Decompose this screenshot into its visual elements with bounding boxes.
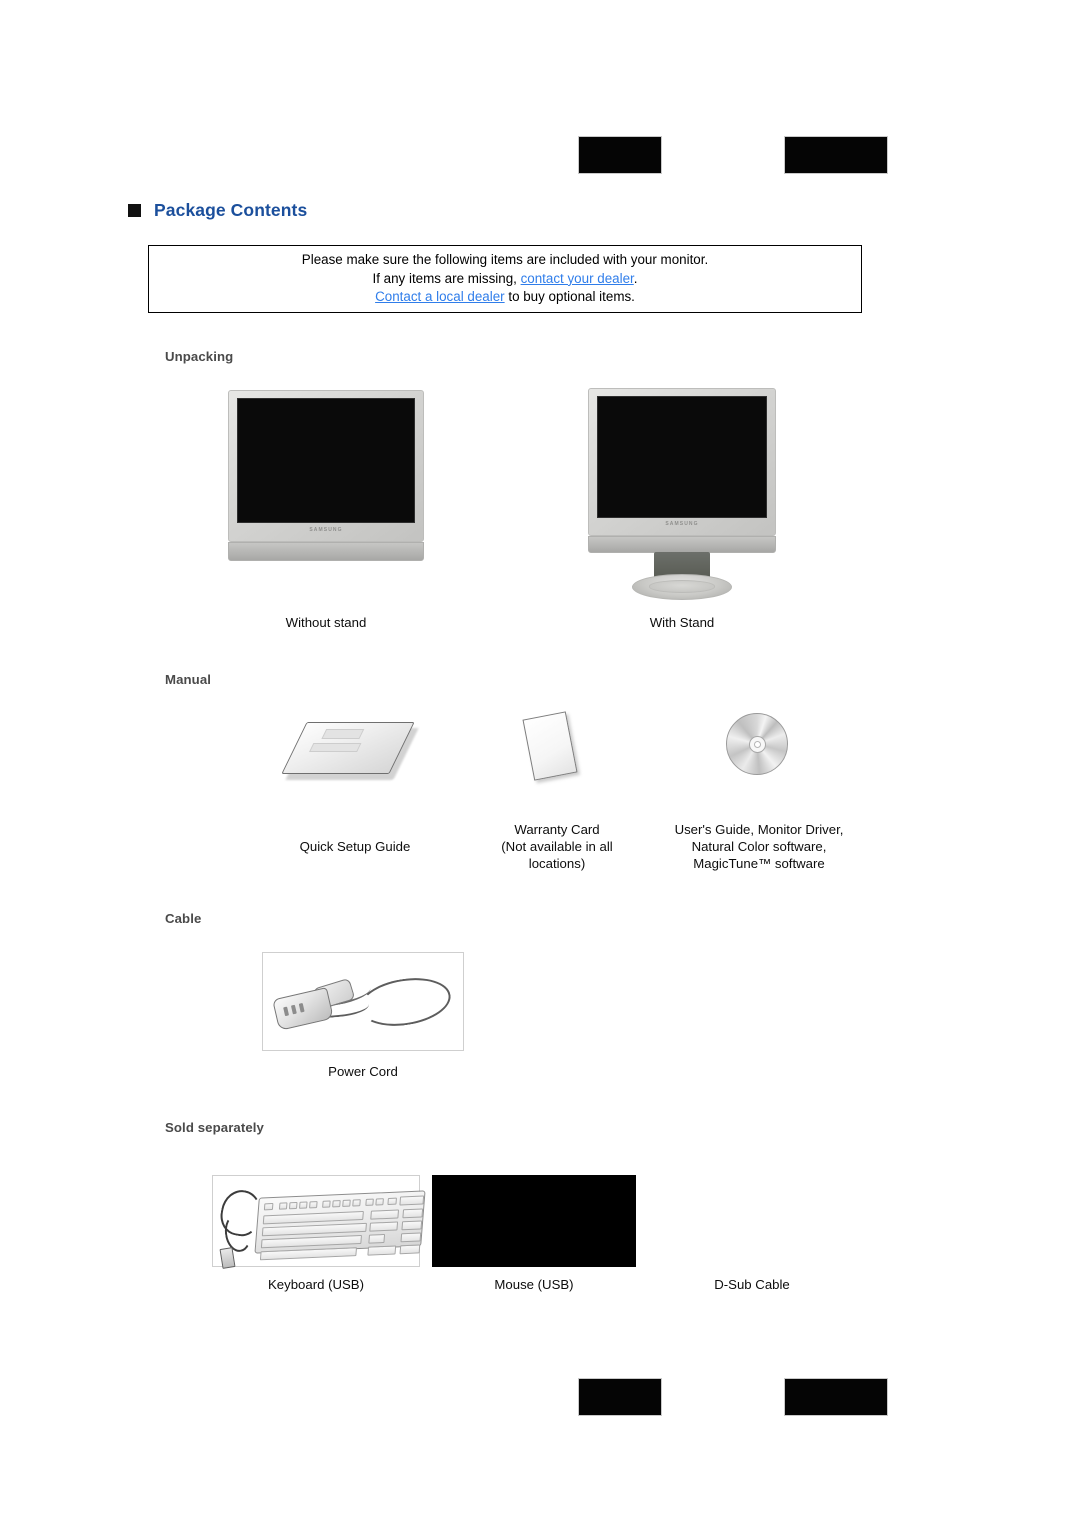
- usb-keyboard-image: [213, 1176, 426, 1269]
- page-title-row: Package Contents: [128, 200, 307, 221]
- caption-quick-setup-guide: Quick Setup Guide: [299, 839, 411, 854]
- samsung-logo: SAMSUNG: [665, 521, 699, 527]
- group-label-cable: Cable: [165, 911, 202, 926]
- samsung-logo: SAMSUNG: [309, 527, 343, 533]
- monitor-screen: [237, 398, 415, 523]
- plug-slot: [283, 1006, 290, 1017]
- notice-box: Please make sure the following items are…: [148, 245, 862, 313]
- caption-power-cord: Power Cord: [328, 1064, 398, 1079]
- monitor-stand-base: [632, 574, 732, 600]
- notice-line-3: Contact a local dealer to buy optional i…: [375, 288, 635, 306]
- caption-d-sub-cable: D-Sub Cable: [714, 1277, 790, 1292]
- caption-warranty-card: Warranty Card (Not available in all loca…: [501, 822, 613, 872]
- keyboard-body: [254, 1190, 426, 1261]
- monitor-without-stand-image: SAMSUNG: [228, 390, 424, 561]
- cord-plug: [272, 987, 334, 1031]
- plug-slot: [290, 1004, 297, 1015]
- notice-line-1: Please make sure the following items are…: [301, 252, 709, 268]
- monitor-stand-base-inner: [648, 580, 716, 593]
- monitor-screen: [597, 396, 767, 518]
- nav-next-button-bottom[interactable]: [784, 1378, 888, 1416]
- power-cord-image: [263, 953, 463, 1050]
- contact-your-dealer-link[interactable]: contact your dealer: [521, 271, 634, 286]
- group-label-unpacking: Unpacking: [165, 349, 234, 364]
- usb-keyboard-image-frame: [212, 1175, 426, 1269]
- nav-previous-button[interactable]: [578, 136, 662, 174]
- group-label-sold-separately-text: Sold separately: [165, 1120, 264, 1135]
- nav-next-button[interactable]: [784, 136, 888, 174]
- usb-mouse-image: [432, 1175, 636, 1267]
- group-label-manual: Manual: [165, 672, 212, 687]
- caption-mouse-usb: Mouse (USB): [494, 1277, 574, 1292]
- booklet-strip: [321, 729, 365, 739]
- quick-setup-guide-image: [281, 718, 419, 788]
- keyboard-keys: [256, 1191, 425, 1261]
- monitor-chin: [228, 542, 424, 561]
- monitor-chin: [588, 536, 776, 553]
- booklet-strip: [309, 743, 362, 752]
- cd-hole: [753, 740, 761, 748]
- cd-disc-image: [726, 713, 788, 775]
- cord-loop: [355, 972, 455, 1032]
- nav-previous-button-bottom[interactable]: [578, 1378, 662, 1416]
- notice-line-2-suffix: .: [633, 270, 638, 286]
- notice-line-2: If any items are missing, contact your d…: [373, 270, 638, 288]
- warranty-card-image: [522, 711, 578, 781]
- contact-local-dealer-link[interactable]: Contact a local dealer: [375, 289, 505, 304]
- top-navigation-strip: [0, 132, 1080, 180]
- caption-keyboard-usb: Keyboard (USB): [267, 1277, 364, 1292]
- caption-users-guide: User's Guide, Monitor Driver, Natural Co…: [674, 822, 844, 872]
- page-title: Package Contents: [154, 200, 308, 220]
- monitor-with-stand-image: SAMSUNG: [588, 388, 776, 608]
- caption-with-stand: With Stand: [649, 615, 715, 630]
- caption-without-stand: Without stand: [285, 615, 367, 630]
- bottom-navigation-strip: [0, 1374, 1080, 1422]
- plug-slot: [298, 1002, 305, 1013]
- notice-line-3-suffix: to buy optional items.: [504, 289, 635, 305]
- square-bullet-icon: [128, 204, 141, 217]
- notice-line-2-prefix: If any items are missing,: [372, 270, 521, 286]
- power-cord-image-frame: [262, 952, 464, 1051]
